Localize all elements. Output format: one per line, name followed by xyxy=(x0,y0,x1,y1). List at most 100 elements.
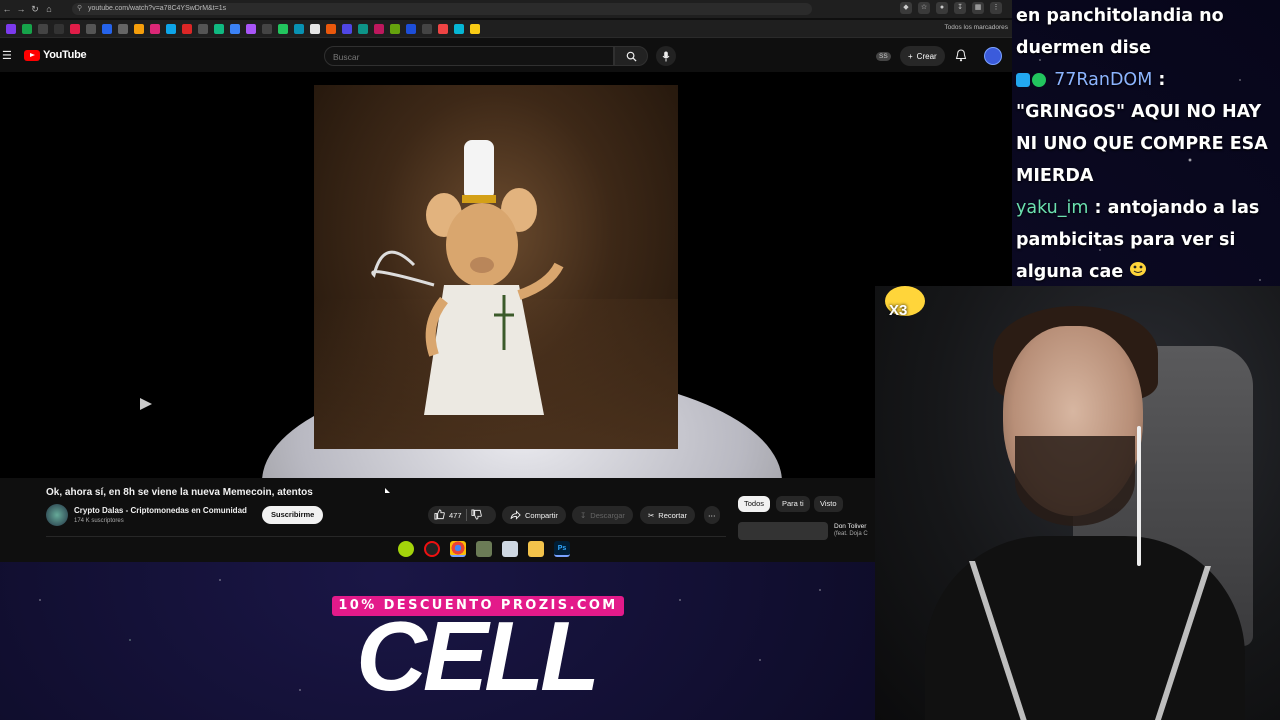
forward-icon[interactable]: → xyxy=(14,2,28,16)
channel-avatar[interactable] xyxy=(46,504,68,526)
file-explorer-taskbar-icon[interactable] xyxy=(528,541,544,557)
share-button[interactable]: Compartir xyxy=(502,506,566,524)
chat-line: NI UNO QUE COMPRE ESA xyxy=(1016,134,1268,154)
search-input[interactable]: Buscar xyxy=(324,46,614,66)
recommended-video-thumbnail[interactable] xyxy=(738,522,828,540)
bookmark-icon[interactable] xyxy=(6,23,16,34)
youtube-logo[interactable]: YouTube xyxy=(24,49,87,61)
browser-window: ← → ↻ ⌂ ⚲ youtube.com/watch?v=a78C4YSwDr… xyxy=(0,0,1012,562)
notifications-bell-icon[interactable] xyxy=(955,49,967,62)
home-icon[interactable]: ⌂ xyxy=(42,2,56,16)
subscribe-button[interactable]: Suscribirme xyxy=(262,506,324,524)
voice-search-button[interactable] xyxy=(656,46,676,66)
bookmark-icon[interactable] xyxy=(470,23,480,34)
stream-chat-overlay: en panchitolandia no duermen dise 77RanD… xyxy=(1016,0,1280,288)
bookmark-icon[interactable] xyxy=(358,23,368,34)
section-divider xyxy=(46,536,726,537)
download-arrow-icon: ↧ xyxy=(580,510,587,520)
channel-name[interactable]: Crypto Dalas - Criptomonedas en Comunida… xyxy=(74,506,247,515)
bookmark-icon[interactable] xyxy=(374,23,384,34)
chip-all[interactable]: Todos xyxy=(738,496,771,512)
earphone-cable xyxy=(1137,426,1141,566)
bookmark-icon[interactable] xyxy=(86,23,96,34)
more-actions-button[interactable]: ⋯ xyxy=(704,506,720,524)
bookmark-icon[interactable] xyxy=(438,23,448,34)
account-avatar[interactable] xyxy=(984,47,1002,65)
extensions-icon[interactable]: ▦ xyxy=(972,2,984,14)
chat-username: yaku_im xyxy=(1016,198,1089,218)
app-taskbar-icon[interactable] xyxy=(398,541,414,557)
address-bar[interactable]: ⚲ youtube.com/watch?v=a78C4YSwDrM&t=1s xyxy=(72,3,812,15)
app-taskbar-icon[interactable] xyxy=(502,541,518,557)
bookmark-icon[interactable] xyxy=(342,23,352,34)
chat-message: 77RanDOM : xyxy=(1016,64,1280,96)
search-icon xyxy=(626,51,637,62)
chat-message: yaku_im : antojando a las xyxy=(1016,192,1280,224)
download-button[interactable]: ↧ Descargar xyxy=(572,506,633,524)
bookmark-icon[interactable] xyxy=(70,23,80,34)
mouse-cursor xyxy=(385,488,390,493)
menu-icon[interactable]: ☰ xyxy=(2,49,12,62)
download-icon[interactable]: ↧ xyxy=(954,2,966,14)
clip-button[interactable]: ✂ Recortar xyxy=(640,506,696,524)
like-dislike-group: 477 xyxy=(428,506,496,524)
bookmark-icon[interactable] xyxy=(166,23,176,34)
back-icon[interactable]: ← xyxy=(0,2,14,16)
menu-dots-icon[interactable]: ⋮ xyxy=(990,2,1002,14)
recommended-video-title[interactable]: Don Toliver xyxy=(834,523,874,530)
extension-icon[interactable]: ● xyxy=(936,2,948,14)
subscriber-count: 174 K suscriptores xyxy=(74,518,124,524)
like-count: 477 xyxy=(449,510,462,520)
bookmark-icon[interactable] xyxy=(230,23,240,34)
browser-tools: ◆ ☆ ● ↧ ▦ ⋮ xyxy=(900,2,1002,14)
chip-for-you[interactable]: Para ti xyxy=(776,496,810,512)
bookmark-icon[interactable] xyxy=(118,23,128,34)
bookmark-icon[interactable] xyxy=(310,23,320,34)
chip-watched[interactable]: Visto xyxy=(814,496,843,512)
desktop-taskbar: Ps xyxy=(398,541,570,557)
bookmark-icon[interactable] xyxy=(246,23,256,34)
bookmark-icon[interactable] xyxy=(182,23,192,34)
photoshop-taskbar-icon[interactable]: Ps xyxy=(554,541,570,557)
bookmark-icon[interactable] xyxy=(54,23,64,34)
chat-text: : antojando a las xyxy=(1088,198,1260,218)
like-button[interactable] xyxy=(434,508,445,522)
bookmark-icon[interactable] xyxy=(150,23,160,34)
bookmark-icon[interactable] xyxy=(278,23,288,34)
bookmark-icon[interactable] xyxy=(198,23,208,34)
scissors-icon: ✂ xyxy=(648,510,655,520)
thumbs-up-icon xyxy=(434,508,445,520)
video-title: Ok, ahora sí, en 8h se viene la nueva Me… xyxy=(46,487,313,498)
video-player[interactable] xyxy=(0,72,1012,478)
search-button[interactable] xyxy=(614,46,648,66)
chrome-taskbar-icon[interactable] xyxy=(450,541,466,557)
bookmark-icon[interactable] xyxy=(422,23,432,34)
microphone-icon xyxy=(662,51,670,61)
all-bookmarks-folder[interactable]: Todos los marcadores xyxy=(944,24,1008,31)
bookmark-icon[interactable] xyxy=(38,23,48,34)
create-label: Crear xyxy=(916,51,937,61)
extension-icon[interactable]: ◆ xyxy=(900,2,912,14)
app-taskbar-icon[interactable] xyxy=(476,541,492,557)
bookmark-icon[interactable] xyxy=(22,23,32,34)
bookmark-star-icon[interactable]: ☆ xyxy=(918,2,930,14)
streamer-beard xyxy=(1015,436,1135,526)
bookmark-icon[interactable] xyxy=(406,23,416,34)
chat-line: en panchitolandia no xyxy=(1016,6,1224,26)
bookmark-icon[interactable] xyxy=(390,23,400,34)
promo-discount-banner: 10% DESCUENTO PROZIS.COM xyxy=(332,596,624,616)
dislike-button[interactable] xyxy=(470,508,482,522)
extension-badge[interactable]: SS xyxy=(876,52,891,61)
share-arrow-icon xyxy=(510,510,521,520)
bookmark-icon[interactable] xyxy=(326,23,336,34)
bookmark-icon[interactable] xyxy=(214,23,224,34)
bookmark-icon[interactable] xyxy=(294,23,304,34)
bookmark-icon[interactable] xyxy=(134,23,144,34)
create-button[interactable]: + Crear xyxy=(900,46,945,66)
bookmark-icon[interactable] xyxy=(102,23,112,34)
site-info-icon[interactable]: ⚲ xyxy=(77,3,82,15)
obs-taskbar-icon[interactable] xyxy=(424,541,440,557)
bookmark-icon[interactable] xyxy=(262,23,272,34)
reload-icon[interactable]: ↻ xyxy=(28,2,42,16)
bookmark-icon[interactable] xyxy=(454,23,464,34)
